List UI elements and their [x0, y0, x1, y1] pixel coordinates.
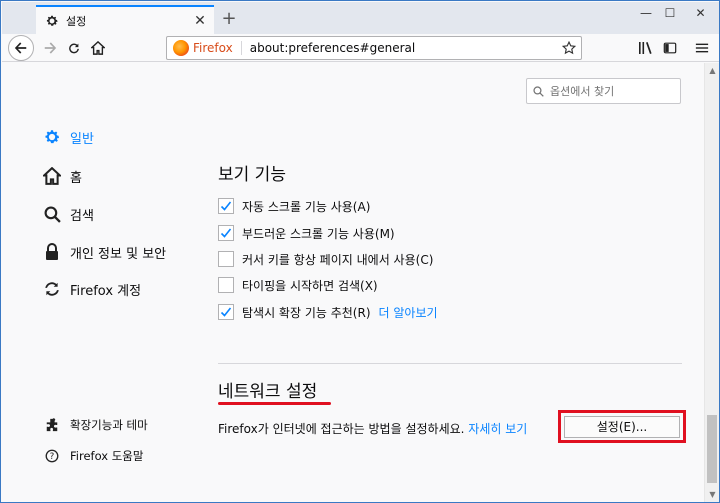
- forward-icon[interactable]: [38, 36, 62, 60]
- sidebar-item-help[interactable]: ? Firefox 도움말: [42, 445, 143, 467]
- option-autoscroll[interactable]: 자동 스크롤 기능 사용(A): [218, 196, 370, 216]
- browser-window: 설정 ✕ + — ☐ ✕ Firefox about:preferences#g…: [0, 0, 720, 503]
- sidebar-item-label: Firefox 계정: [70, 283, 142, 299]
- search-input[interactable]: 옵션에서 찾기: [526, 78, 681, 104]
- preferences-page: 옵션에서 찾기 일반 홈 검색 개인 정보 및 보안 Firefox 계정 확장…: [2, 63, 704, 502]
- bookmark-star-icon[interactable]: [557, 41, 581, 55]
- option-label: 부드러운 스크롤 기능 사용(M): [242, 226, 395, 241]
- sidebar-item-label: 홈: [70, 170, 82, 186]
- sidebar-item-home[interactable]: 홈: [42, 165, 82, 187]
- firefox-logo-icon: [173, 40, 189, 56]
- network-section-title: 네트워크 설정: [218, 382, 318, 402]
- search-icon: [42, 204, 62, 224]
- url-identity-label: Firefox: [193, 41, 242, 55]
- checkbox-unchecked[interactable]: [218, 277, 234, 293]
- checkbox-checked[interactable]: [218, 304, 234, 320]
- back-icon[interactable]: [8, 35, 34, 61]
- sidebar-item-label: 확장기능과 테마: [70, 418, 148, 432]
- sync-icon: [42, 279, 62, 299]
- scrollbar-thumb[interactable]: [707, 415, 717, 483]
- navigation-toolbar: Firefox about:preferences#general: [2, 34, 719, 62]
- section-divider: [218, 363, 682, 364]
- home-icon[interactable]: [86, 36, 110, 60]
- sidebar-item-addons[interactable]: 확장기능과 테마: [42, 414, 148, 436]
- highlight-underline: [218, 402, 331, 405]
- tab-settings[interactable]: 설정 ✕: [36, 5, 214, 35]
- network-learn-more-link[interactable]: 자세히 보기: [468, 422, 527, 436]
- network-settings-highlight: 설정(E)...: [558, 410, 686, 443]
- sidebar-item-general[interactable]: 일반: [42, 126, 94, 148]
- sidebar-item-label: 일반: [70, 131, 94, 147]
- learn-more-link[interactable]: 더 알아보기: [379, 304, 438, 321]
- home-icon: [42, 166, 62, 186]
- minimize-button[interactable]: —: [634, 2, 658, 24]
- option-label: 탐색시 확장 기능 추천(R): [242, 305, 371, 320]
- network-description: Firefox가 인터넷에 접근하는 방법을 설정하세요. 자세히 보기: [218, 420, 527, 437]
- url-bar[interactable]: Firefox about:preferences#general: [166, 36, 582, 60]
- library-icon[interactable]: [634, 36, 658, 60]
- url-text[interactable]: about:preferences#general: [250, 41, 557, 55]
- sidebar-item-label: 검색: [70, 208, 94, 224]
- checkbox-unchecked[interactable]: [218, 251, 234, 267]
- reload-icon[interactable]: [62, 36, 86, 60]
- puzzle-icon: [42, 415, 62, 435]
- checkbox-checked[interactable]: [218, 198, 234, 214]
- tab-title: 설정: [66, 15, 87, 28]
- scroll-up-arrow-icon[interactable]: ▲: [705, 63, 720, 78]
- close-window-button[interactable]: ✕: [682, 2, 719, 24]
- sidebar-item-search[interactable]: 검색: [42, 203, 94, 225]
- sidebar-icon[interactable]: [658, 36, 682, 60]
- search-icon: [533, 85, 544, 97]
- svg-text:?: ?: [50, 452, 55, 462]
- network-description-text: Firefox가 인터넷에 접근하는 방법을 설정하세요.: [218, 422, 465, 436]
- tab-strip: 설정 ✕ + — ☐ ✕: [2, 2, 719, 35]
- vertical-scrollbar[interactable]: ▲ ▼: [704, 63, 719, 502]
- option-label: 타이핑을 시작하면 검색(X): [242, 278, 378, 293]
- help-icon: ?: [42, 446, 62, 466]
- scroll-down-arrow-icon[interactable]: ▼: [705, 487, 720, 502]
- sidebar-item-sync[interactable]: Firefox 계정: [42, 278, 141, 300]
- option-label: 자동 스크롤 기능 사용(A): [242, 199, 371, 214]
- option-label: 커서 키를 항상 페이지 내에서 사용(C): [242, 252, 434, 267]
- menu-icon[interactable]: [690, 36, 714, 60]
- checkbox-checked[interactable]: [218, 225, 234, 241]
- gear-icon: [44, 13, 60, 29]
- lock-icon: [42, 242, 62, 262]
- close-tab-icon[interactable]: ✕: [190, 11, 210, 31]
- option-caret-browsing[interactable]: 커서 키를 항상 페이지 내에서 사용(C): [218, 249, 433, 269]
- maximize-button[interactable]: ☐: [658, 2, 682, 24]
- sidebar-item-label: 개인 정보 및 보안: [70, 246, 167, 262]
- option-smooth-scroll[interactable]: 부드러운 스크롤 기능 사용(M): [218, 223, 395, 243]
- option-search-on-typing[interactable]: 타이핑을 시작하면 검색(X): [218, 275, 378, 295]
- network-settings-button[interactable]: 설정(E)...: [564, 415, 680, 438]
- new-tab-button[interactable]: +: [218, 7, 240, 29]
- option-recommend-extensions[interactable]: 탐색시 확장 기능 추천(R) 더 알아보기: [218, 302, 438, 322]
- sidebar-item-privacy[interactable]: 개인 정보 및 보안: [42, 241, 166, 263]
- gear-icon: [42, 127, 62, 147]
- browsing-section-title: 보기 기능: [218, 165, 286, 185]
- sidebar-item-label: Firefox 도움말: [70, 449, 144, 463]
- search-placeholder: 옵션에서 찾기: [550, 85, 615, 98]
